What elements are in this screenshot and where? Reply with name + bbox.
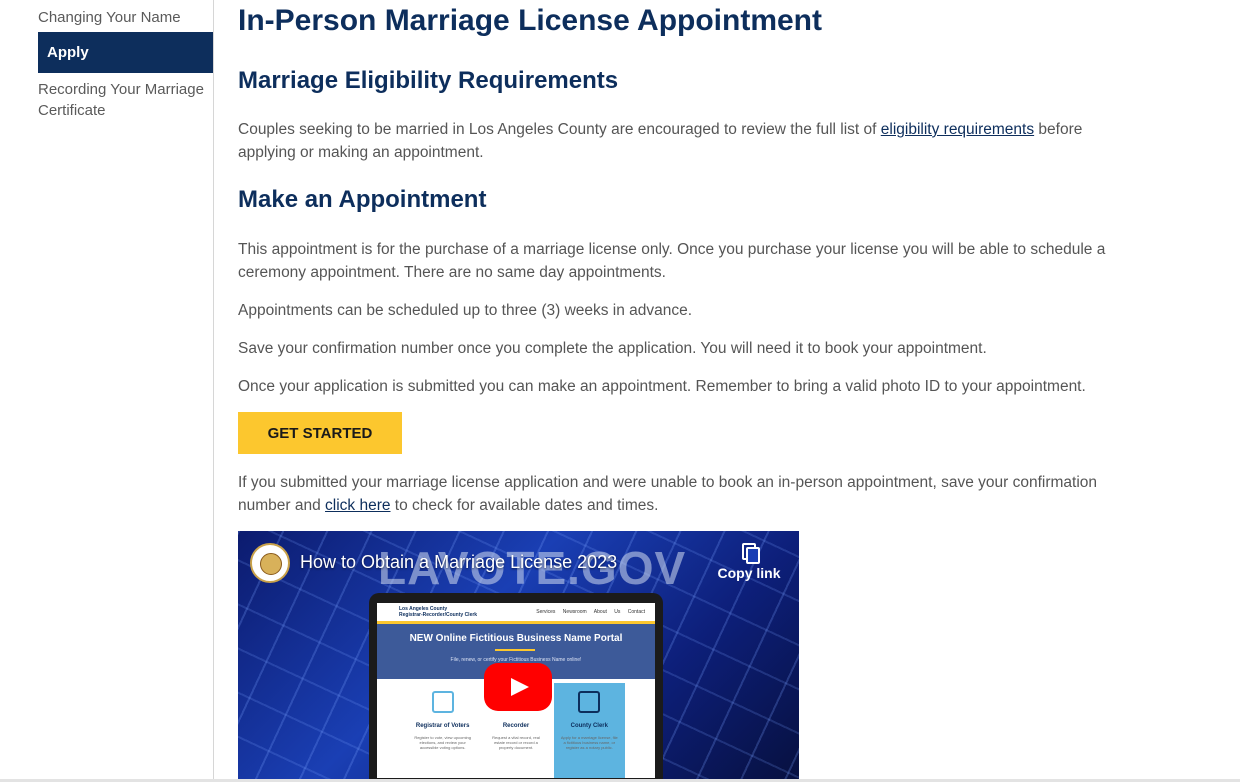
- appointment-paragraph-4: Once your application is submitted you c…: [238, 378, 1086, 395]
- screen-card-county-clerk: County Clerk Apply for a marriage licens…: [553, 683, 625, 778]
- screen-brand-line-2: Registrar-Recorder/County Clerk: [399, 612, 478, 618]
- get-started-button[interactable]: GET STARTED: [238, 412, 402, 454]
- page: Changing Your Name Apply Recording Your …: [0, 0, 1240, 782]
- sidebar-item-recording-your-marriage-certificate[interactable]: Recording Your Marriage Certificate: [38, 79, 206, 121]
- appointment-heading: Make an Appointment: [238, 186, 487, 213]
- copy-link-label: Copy link: [717, 565, 781, 581]
- appointment-paragraph-2: Appointments can be scheduled up to thre…: [238, 302, 693, 319]
- appointment-paragraph-5: If you submitted your marriage license a…: [238, 471, 1123, 517]
- play-button-icon[interactable]: [484, 663, 552, 711]
- screen-card-text: Apply for a marriage license, file a fic…: [560, 735, 618, 750]
- screen-card-text: Request a vital record, real estate reco…: [492, 735, 540, 750]
- screen-card-title: Registrar of Voters: [415, 723, 470, 729]
- eligibility-text-before: Couples seeking to be married in Los Ang…: [238, 121, 881, 138]
- checkbox-icon: [431, 691, 454, 713]
- copy-icon: [742, 543, 760, 564]
- screen-card-title: Recorder: [502, 723, 530, 729]
- screen-brand: Los Angeles County Registrar-Recorder/Co…: [399, 606, 477, 618]
- eligibility-requirements-link[interactable]: eligibility requirements: [881, 121, 1034, 138]
- video-title[interactable]: How to Obtain a Marriage License 2023: [300, 552, 617, 573]
- county-seal-icon[interactable]: [250, 543, 290, 583]
- screen-topbar: Los Angeles County Registrar-Recorder/Co…: [377, 603, 655, 624]
- screen-card-registrar: Registrar of Voters Register to vote, vi…: [407, 683, 479, 778]
- eligibility-text: Couples seeking to be married in Los Ang…: [238, 118, 1123, 164]
- paragraph-5-after: to check for available dates and times.: [390, 497, 659, 514]
- video-player[interactable]: LAVOTE.GOV How to Obtain a Marriage Lice…: [238, 531, 799, 782]
- building-icon: [578, 691, 601, 713]
- sidebar-nav: Changing Your Name Apply Recording Your …: [0, 0, 214, 782]
- screen-nav: Services Newsroom About Us Contact: [536, 609, 645, 615]
- screen-hero-divider: [495, 649, 535, 651]
- page-title: In-Person Marriage License Appointment: [238, 4, 822, 37]
- screen-hero-title: NEW Online Fictitious Business Name Port…: [409, 633, 623, 644]
- copy-link-button[interactable]: Copy link: [714, 543, 784, 583]
- appointment-paragraph-3: Save your confirmation number once you c…: [238, 340, 987, 357]
- screen-card-text: Register to vote, view upcoming election…: [414, 735, 472, 750]
- appointment-paragraph-1: This appointment is for the purchase of …: [238, 241, 1106, 281]
- sidebar-item-changing-your-name[interactable]: Changing Your Name: [38, 7, 213, 28]
- eligibility-heading: Marriage Eligibility Requirements: [238, 67, 619, 94]
- click-here-link[interactable]: click here: [325, 497, 390, 514]
- sidebar-item-apply[interactable]: Apply: [38, 32, 213, 73]
- screen-card-title: County Clerk: [570, 723, 608, 729]
